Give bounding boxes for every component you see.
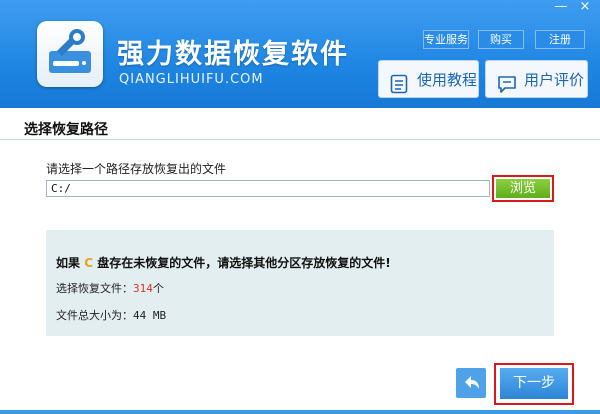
back-arrow-icon xyxy=(465,376,479,389)
selected-files-unit: 个 xyxy=(152,282,164,295)
app-logo xyxy=(37,21,103,87)
section-title: 选择恢复路径 xyxy=(24,122,108,138)
path-input[interactable] xyxy=(46,180,490,197)
minimize-button[interactable]: — xyxy=(553,0,569,14)
footer-line xyxy=(0,410,600,414)
selected-files-label: 选择恢复文件： xyxy=(56,282,133,295)
warning-drive: C xyxy=(84,256,94,270)
browse-button[interactable]: 浏览 xyxy=(496,179,550,198)
app-url: QIANGLIHUIFU.COM xyxy=(119,72,264,87)
chat-bubble-icon xyxy=(497,70,517,108)
document-icon xyxy=(390,70,408,108)
selected-files-line: 选择恢复文件：314个 xyxy=(56,280,164,296)
header-bar: 强力数据恢复软件 QIANGLIHUIFU.COM — × 专业服务 购买 注册… xyxy=(0,0,600,108)
next-highlight: 下一步 xyxy=(494,363,574,405)
tutorial-label: 使用教程 xyxy=(417,71,478,89)
path-prompt: 请选择一个路径存放恢复出的文件 xyxy=(46,162,227,176)
total-size-line: 文件总大小为：44 MB xyxy=(56,307,166,323)
next-button[interactable]: 下一步 xyxy=(500,368,568,399)
close-button[interactable]: × xyxy=(577,0,593,14)
selected-files-count: 314 xyxy=(133,282,153,295)
register-menu-button[interactable]: 注册 xyxy=(535,30,585,49)
browse-highlight: 浏览 xyxy=(492,175,554,202)
warning-prefix: 如果 xyxy=(56,256,81,270)
app-title: 强力数据恢复软件 xyxy=(117,39,349,70)
section-divider xyxy=(0,139,600,140)
service-menu-button[interactable]: 专业服务 xyxy=(423,30,469,49)
buy-menu-button[interactable]: 购买 xyxy=(478,30,524,49)
review-label: 用户评价 xyxy=(524,71,585,89)
info-panel: 如果 C 盘存在未恢复的文件，请选择其他分区存放恢复的文件! 选择恢复文件：31… xyxy=(46,230,554,336)
warning-suffix: 盘存在未恢复的文件，请选择其他分区存放恢复的文件! xyxy=(97,256,391,270)
hard-drive-wrench-icon xyxy=(49,29,91,73)
back-button[interactable] xyxy=(456,368,486,398)
warning-text: 如果 C 盘存在未恢复的文件，请选择其他分区存放恢复的文件! xyxy=(56,254,391,271)
total-size-label: 文件总大小为： xyxy=(56,309,133,322)
tutorial-button[interactable]: 使用教程 xyxy=(378,60,479,98)
total-size-value: 44 MB xyxy=(133,309,167,322)
review-button[interactable]: 用户评价 xyxy=(485,60,588,98)
